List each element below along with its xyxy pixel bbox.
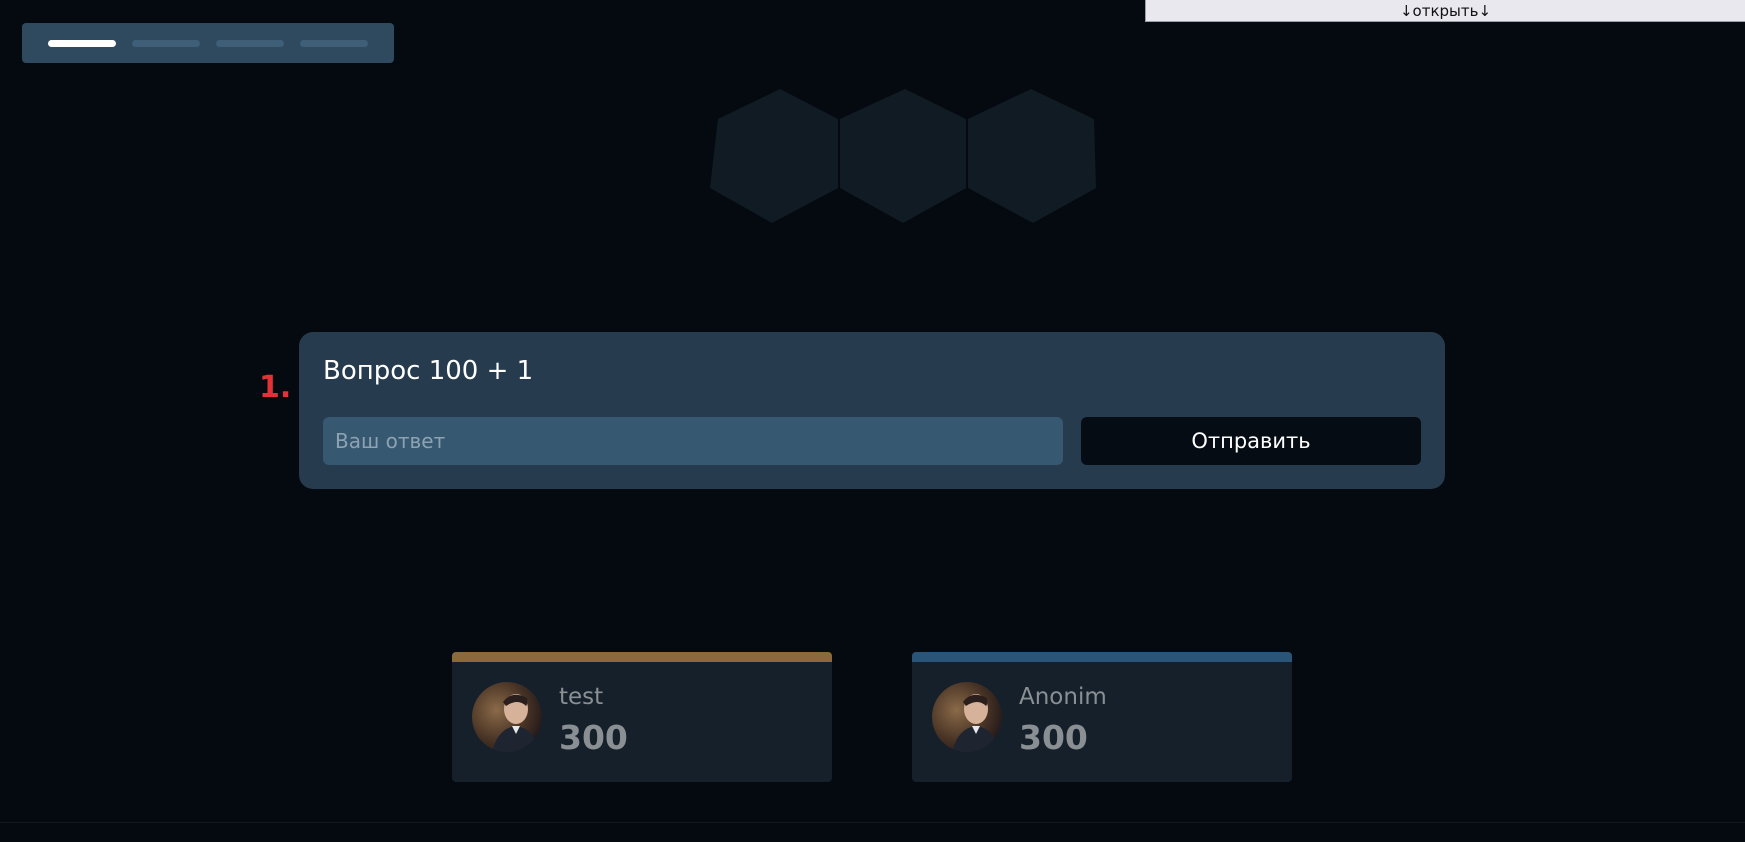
hexagon-3: [968, 89, 1096, 223]
player-card: test 300: [452, 652, 832, 782]
answer-input[interactable]: [323, 417, 1063, 465]
avatar: [472, 682, 542, 752]
step-4-indicator: [300, 39, 368, 47]
submit-button[interactable]: Отправить: [1081, 417, 1421, 465]
step-2-indicator: [132, 39, 200, 47]
step-3-indicator: [216, 39, 284, 47]
player-card-accent: [912, 652, 1292, 662]
open-toggle-button[interactable]: ↓открыть↓: [1145, 0, 1745, 22]
player-card: Anonim 300: [912, 652, 1292, 782]
player-name: test: [559, 684, 604, 710]
player-score: 300: [1019, 718, 1088, 757]
divider: [0, 822, 1745, 823]
player-card-accent: [452, 652, 832, 662]
question-number: 1.: [259, 370, 292, 405]
player-name: Anonim: [1019, 684, 1107, 710]
player-score: 300: [559, 718, 628, 757]
step-1-indicator: [48, 39, 116, 47]
hexagon-decoration: [710, 89, 1096, 223]
hexagon-2: [840, 89, 966, 223]
step-progress: [22, 23, 394, 63]
question-card: Вопрос 100 + 1 Отправить: [299, 332, 1445, 489]
question-text: Вопрос 100 + 1: [323, 356, 534, 386]
hexagon-1: [710, 89, 838, 223]
avatar: [932, 682, 1002, 752]
